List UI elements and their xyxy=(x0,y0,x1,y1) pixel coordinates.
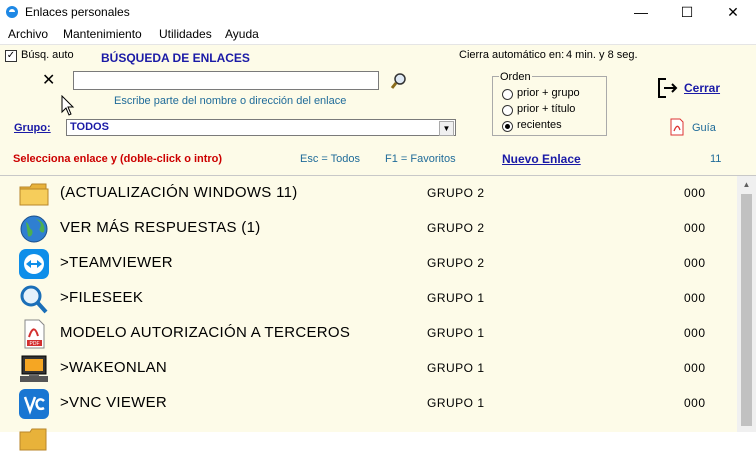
link-name: >FILESEEK xyxy=(60,289,144,306)
list-scrollbar[interactable]: ▲ xyxy=(737,176,756,432)
maximize-button[interactable]: ☐ xyxy=(664,0,710,24)
group-value: TODOS xyxy=(70,121,109,133)
folder-icon xyxy=(19,183,49,206)
cursor-icon xyxy=(61,95,75,116)
folder-icon xyxy=(19,428,47,451)
link-name: VER MÁS RESPUESTAS (1) xyxy=(60,219,261,236)
link-count-value: 000 xyxy=(684,291,706,305)
link-row[interactable]: >FILESEEK GRUPO 1 000 xyxy=(0,281,737,316)
search-icon[interactable] xyxy=(390,72,408,90)
link-list: (ACTUALIZACIÓN WINDOWS 11) GRUPO 2 000 V… xyxy=(0,176,737,451)
new-link-button[interactable]: Nuevo Enlace xyxy=(502,152,581,166)
order-label-prior-grupo: prior + grupo xyxy=(517,87,580,99)
link-count-value: 000 xyxy=(684,396,706,410)
app-icon xyxy=(6,6,18,18)
link-group: GRUPO 2 xyxy=(427,221,485,235)
order-label-prior-titulo: prior + título xyxy=(517,103,576,115)
link-group: GRUPO 1 xyxy=(427,291,485,305)
order-label-recientes: recientes xyxy=(517,119,562,131)
link-row[interactable]: VER MÁS RESPUESTAS (1) GRUPO 2 000 xyxy=(0,211,737,246)
link-count-value: 000 xyxy=(684,326,706,340)
menu-bar: Archivo Mantenimiento Utilidades Ayuda xyxy=(0,24,756,45)
close-button[interactable]: Cerrar xyxy=(684,81,720,95)
link-name: MODELO AUTORIZACIÓN A TERCEROS xyxy=(60,324,351,341)
clear-search-icon[interactable]: ✕ xyxy=(42,70,55,90)
computer-icon xyxy=(20,355,48,382)
order-radio-recientes[interactable] xyxy=(502,121,513,132)
link-group: GRUPO 2 xyxy=(427,256,485,270)
link-name: >TEAMVIEWER xyxy=(60,254,173,271)
globe-icon xyxy=(20,215,48,243)
link-row[interactable]: >VNC VIEWER GRUPO 1 000 xyxy=(0,386,737,421)
exit-icon[interactable] xyxy=(657,77,679,99)
menu-mantenimiento[interactable]: Mantenimiento xyxy=(63,27,142,41)
link-name: (ACTUALIZACIÓN WINDOWS 11) xyxy=(60,184,298,201)
link-count-value: 000 xyxy=(684,256,706,270)
vnc-icon xyxy=(19,389,49,419)
scroll-up-icon[interactable]: ▲ xyxy=(737,176,756,193)
svg-text:PDF: PDF xyxy=(30,341,40,347)
link-group: GRUPO 1 xyxy=(427,326,485,340)
menu-ayuda[interactable]: Ayuda xyxy=(225,27,259,41)
guide-button[interactable]: Guía xyxy=(692,122,716,134)
link-row[interactable]: (ACTUALIZACIÓN WINDOWS 11) GRUPO 2 000 xyxy=(0,176,737,211)
pdf-guide-icon[interactable] xyxy=(669,118,685,136)
close-window-button[interactable]: ✕ xyxy=(710,0,756,24)
link-row[interactable]: >TEAMVIEWER GRUPO 2 000 xyxy=(0,246,737,281)
menu-archivo[interactable]: Archivo xyxy=(8,27,48,41)
order-title: Orden xyxy=(499,71,532,83)
search-hint: Escribe parte del nombre o dirección del… xyxy=(114,95,347,107)
instruction-text: Selecciona enlace y (doble-click o intro… xyxy=(13,153,223,165)
link-count-value: 000 xyxy=(684,221,706,235)
f1-shortcut-text: F1 = Favoritos xyxy=(385,153,456,165)
group-select[interactable]: TODOS ▼ xyxy=(66,119,456,136)
link-count-value: 000 xyxy=(684,361,706,375)
autoclose-label: Cierra automático en: xyxy=(459,49,565,61)
link-row[interactable]: PDF MODELO AUTORIZACIÓN A TERCEROS GRUPO… xyxy=(0,316,737,351)
link-group: GRUPO 1 xyxy=(427,396,485,410)
esc-shortcut-text: Esc = Todos xyxy=(300,153,361,165)
pdf-icon: PDF xyxy=(24,319,45,349)
menu-utilidades[interactable]: Utilidades xyxy=(159,27,212,41)
scroll-thumb[interactable] xyxy=(741,194,752,426)
order-radio-prior-titulo[interactable] xyxy=(502,105,513,116)
link-name: >VNC VIEWER xyxy=(60,394,168,411)
link-row[interactable]: >WAKEONLAN GRUPO 1 000 xyxy=(0,351,737,386)
link-count: 11 xyxy=(710,153,722,165)
search-input[interactable] xyxy=(73,71,379,90)
auto-search-label: Búsq. auto xyxy=(21,49,74,61)
link-row-partial[interactable] xyxy=(0,421,737,456)
new-link-button-label: Nuevo Enlace xyxy=(502,152,581,166)
chevron-down-icon[interactable]: ▼ xyxy=(439,121,454,136)
title-bar: Enlaces personales — ☐ ✕ xyxy=(0,0,756,24)
search-panel: ✓ Búsq. auto BÚSQUEDA DE ENLACES Cierra … xyxy=(0,45,756,176)
auto-search-checkbox[interactable]: ✓ xyxy=(5,50,17,62)
teamviewer-icon xyxy=(19,249,49,279)
order-radio-prior-grupo[interactable] xyxy=(502,89,513,100)
group-label: Grupo: xyxy=(14,122,51,134)
autoclose-value: 4 min. y 8 seg. xyxy=(566,49,638,61)
magnifier-icon xyxy=(20,285,48,314)
minimize-button[interactable]: — xyxy=(618,0,664,24)
link-group: GRUPO 1 xyxy=(427,361,485,375)
window-title: Enlaces personales xyxy=(25,5,130,19)
link-name: >WAKEONLAN xyxy=(60,359,168,376)
link-count-value: 000 xyxy=(684,186,706,200)
search-heading: BÚSQUEDA DE ENLACES xyxy=(101,51,250,65)
link-group: GRUPO 2 xyxy=(427,186,485,200)
